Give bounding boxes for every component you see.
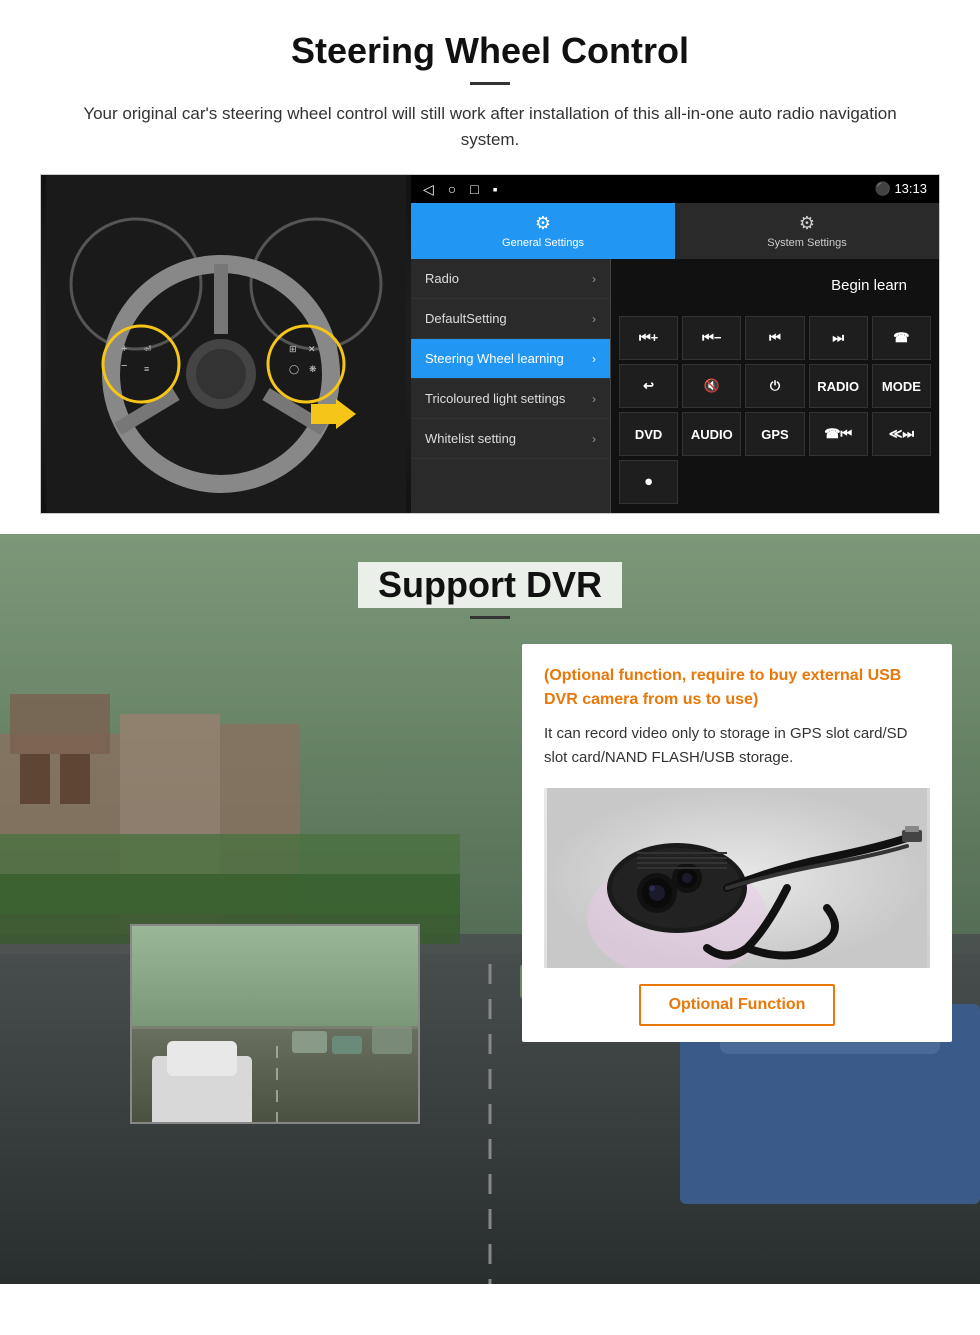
menu-whitelist-label: Whitelist setting [425,431,516,446]
preview-svg [132,926,420,1124]
status-icons: ⚫ [875,181,895,196]
android-right-panel: Begin learn ⏮+ ⏮− ⏮ ⏭ ☎ ↩ 🔇 ⏻ RADIO MODE [611,259,939,513]
dvr-info-box: (Optional function, require to buy exter… [522,644,952,1042]
menu-default-setting[interactable]: DefaultSetting › [411,299,610,339]
svg-text:+: + [121,343,127,355]
btn-vol-down[interactable]: ⏮− [682,316,741,360]
svg-text:−: − [121,360,127,372]
menu-whitelist[interactable]: Whitelist setting › [411,419,610,459]
btn-dvd[interactable]: DVD [619,412,678,456]
home-btn[interactable]: ○ [448,181,456,198]
btn-extra[interactable]: ⏺ [619,460,678,504]
android-content: Radio › DefaultSetting › Steering Wheel … [411,259,939,513]
dvr-info-orange: (Optional function, require to buy exter… [544,664,930,712]
steering-wheel-svg: + ⏎ − ≡ ⊞ ✕ ◯ ❋ [46,175,406,513]
btn-vol-up[interactable]: ⏮+ [619,316,678,360]
menu-default-label: DefaultSetting [425,311,507,326]
title-divider [470,82,510,85]
svg-text:⊞: ⊞ [289,344,297,354]
optional-function-button[interactable]: Optional Function [639,984,836,1026]
dvr-title-area: Support DVR [0,534,980,619]
dvr-small-preview [130,924,420,1124]
btn-mute[interactable]: 🔇 [682,364,741,408]
chevron-icon: › [592,352,596,366]
btn-gps[interactable]: GPS [745,412,804,456]
btn-prev[interactable]: ⏮ [745,316,804,360]
settings-icon: ⚙ [535,213,551,234]
svg-text:✕: ✕ [308,344,316,354]
dvr-title: Support DVR [358,562,622,608]
tab-general[interactable]: ⚙ General Settings [411,203,675,259]
camera-device-svg [547,788,927,968]
tab-general-label: General Settings [502,237,584,249]
btn-call-prev[interactable]: ☎⏮ [809,412,868,456]
chevron-icon: › [592,392,596,406]
svg-text:❋: ❋ [309,364,317,374]
btn-audio[interactable]: AUDIO [682,412,741,456]
chevron-icon: › [592,312,596,326]
chevron-icon: › [592,432,596,446]
btn-call[interactable]: ☎ [872,316,931,360]
menu-btn[interactable]: ▪ [493,181,498,198]
btn-combo[interactable]: ≪⏭ [872,412,931,456]
steering-demo: + ⏎ − ≡ ⊞ ✕ ◯ ❋ ◁ ○ [40,174,940,514]
svg-text:◯: ◯ [289,364,299,375]
android-menu: Radio › DefaultSetting › Steering Wheel … [411,259,611,513]
menu-steering-wheel[interactable]: Steering Wheel learning › [411,339,610,379]
begin-learn-row: Begin learn [611,259,939,312]
steering-section: Steering Wheel Control Your original car… [0,0,980,534]
page-title: Steering Wheel Control [40,30,940,72]
statusbar-right: ⚫ 13:13 [875,181,927,197]
section-subtitle: Your original car's steering wheel contr… [80,101,900,152]
menu-steering-label: Steering Wheel learning [425,351,564,366]
tab-system[interactable]: ⚙ System Settings [675,203,939,259]
button-grid: ⏮+ ⏮− ⏮ ⏭ ☎ ↩ 🔇 ⏻ RADIO MODE DVD AUDIO G… [611,312,939,508]
dvr-section: Support DVR [0,534,980,1284]
svg-text:≡: ≡ [144,364,149,374]
menu-tricoloured[interactable]: Tricoloured light settings › [411,379,610,419]
chevron-icon: › [592,272,596,286]
android-tabs: ⚙ General Settings ⚙ System Settings [411,203,939,259]
menu-tricoloured-label: Tricoloured light settings [425,391,565,406]
menu-radio-label: Radio [425,271,459,286]
begin-learn-button[interactable]: Begin learn [815,271,923,300]
tab-system-label: System Settings [767,237,846,249]
btn-hangup[interactable]: ↩ [619,364,678,408]
btn-mode[interactable]: MODE [872,364,931,408]
svg-text:⏎: ⏎ [144,344,152,354]
btn-radio[interactable]: RADIO [809,364,868,408]
back-btn[interactable]: ◁ [423,181,434,198]
recent-btn[interactable]: □ [470,181,478,198]
android-panel: ◁ ○ □ ▪ ⚫ 13:13 ⚙ General Settings ⚙ [411,175,939,513]
dvr-divider [470,616,510,619]
android-statusbar: ◁ ○ □ ▪ ⚫ 13:13 [411,175,939,203]
status-time: 13:13 [894,181,927,196]
dvr-info-text: It can record video only to storage in G… [544,722,930,770]
dvr-camera-image [544,788,930,968]
statusbar-left: ◁ ○ □ ▪ [423,181,498,198]
btn-power[interactable]: ⏻ [745,364,804,408]
menu-radio[interactable]: Radio › [411,259,610,299]
btn-next[interactable]: ⏭ [809,316,868,360]
steering-photo: + ⏎ − ≡ ⊞ ✕ ◯ ❋ [41,175,411,513]
system-icon: ⚙ [799,213,815,234]
